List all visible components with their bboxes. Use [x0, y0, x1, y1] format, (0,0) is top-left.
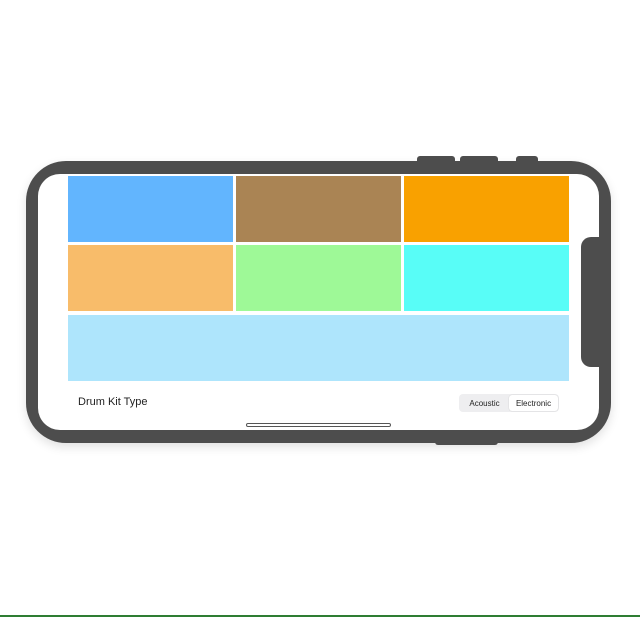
drum-pad-6[interactable] — [404, 245, 569, 311]
segment-acoustic[interactable]: Acoustic — [460, 395, 509, 411]
drum-pad-5[interactable] — [236, 245, 401, 311]
drum-pad-7[interactable] — [68, 315, 569, 381]
device-button — [417, 156, 455, 162]
home-indicator[interactable] — [246, 423, 391, 427]
drum-pad-1[interactable] — [68, 176, 233, 242]
drum-pad-4[interactable] — [68, 245, 233, 311]
divider — [0, 615, 640, 617]
drum-pad-2[interactable] — [236, 176, 401, 242]
drum-pad-3[interactable] — [404, 176, 569, 242]
device-notch — [581, 237, 601, 367]
device-button — [435, 440, 498, 445]
segment-electronic[interactable]: Electronic — [509, 395, 558, 411]
drum-pad-grid — [68, 176, 569, 382]
drum-kit-type-segmented-control: Acoustic Electronic — [459, 394, 559, 412]
device-button — [516, 156, 538, 162]
drum-kit-type-label: Drum Kit Type — [78, 396, 148, 408]
device-button — [460, 156, 498, 162]
